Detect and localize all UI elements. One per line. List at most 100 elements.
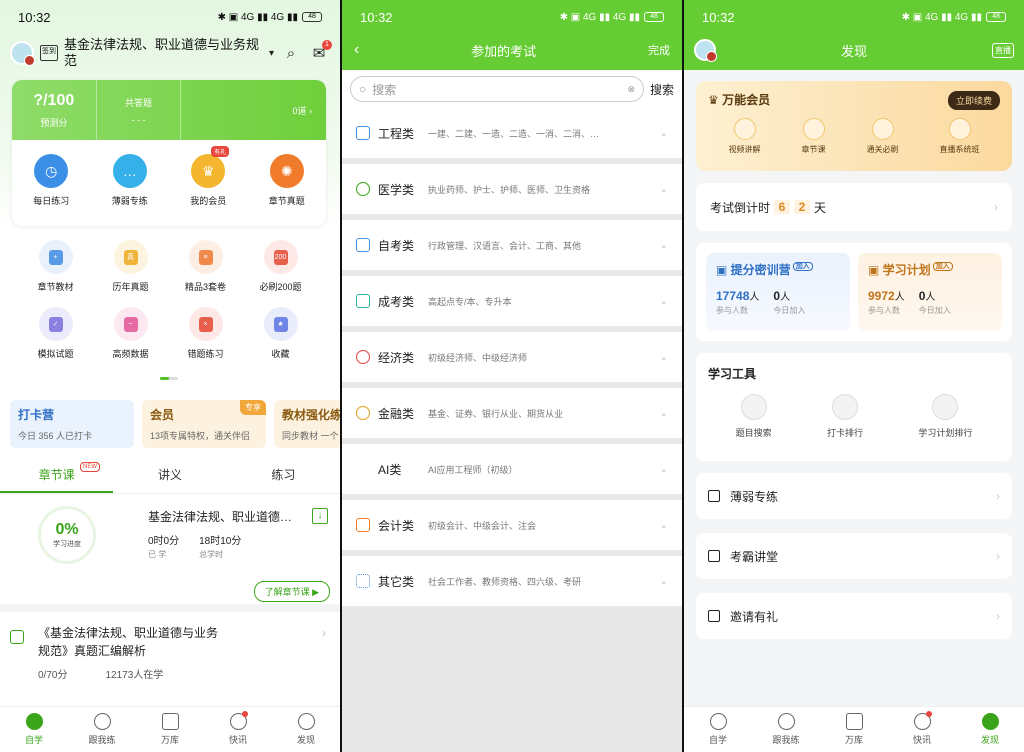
course-card[interactable]: 0%学习进度 基金法律法规、职业道德与业务规范 ↓ 0时0分已 学 18时10分… xyxy=(0,500,340,604)
tab-chapter-course[interactable]: 章节课 NEW xyxy=(0,460,114,493)
study-icon xyxy=(709,713,727,730)
bottom-nav: 自学 跟我练 万库 快讯 发现 xyxy=(684,706,1024,752)
nav-discover[interactable]: 发现 xyxy=(956,707,1024,752)
tool-plan-rank[interactable]: 学习计划排行 xyxy=(918,394,972,439)
download-icon[interactable]: ↓ xyxy=(312,508,328,524)
page-title: 参加的考试 xyxy=(471,43,537,59)
book-plus-icon xyxy=(10,630,24,644)
category-economics[interactable]: 经济类 初级经济师、中级经济师 ⌄ xyxy=(342,332,682,382)
trend-icon xyxy=(356,350,370,364)
weak-practice-button[interactable]: … 薄弱专练 xyxy=(95,154,165,207)
search-input[interactable]: ○ 搜索 ⊗ xyxy=(350,76,644,102)
search-icon[interactable]: ⌕ xyxy=(280,42,302,64)
category-self-exam[interactable]: 自考类 行政管理、汉语言、会计、工商、其他 ⌄ xyxy=(342,220,682,270)
book-icon: + xyxy=(38,240,73,274)
nav-follow-practice[interactable]: 跟我练 xyxy=(68,707,136,752)
nav-news[interactable]: 快讯 xyxy=(204,707,272,752)
join-tag[interactable]: 加入 xyxy=(792,262,813,271)
graduation-cap-icon xyxy=(356,294,370,308)
clear-icon[interactable]: ⊗ xyxy=(627,84,635,95)
chevron-down-icon[interactable]: ▾ xyxy=(269,48,274,59)
category-medical[interactable]: 医学类 执业药师、护士、护师、医师、卫生资格 ⌄ xyxy=(342,164,682,214)
category-finance[interactable]: 金融类 基金、证券、银行从业、期货从业 ⌄ xyxy=(342,388,682,438)
row-top-lectures[interactable]: 考霸讲堂 › xyxy=(696,533,1012,579)
nav-self-study[interactable]: 自学 xyxy=(0,707,68,752)
tab-practice[interactable]: 练习 xyxy=(227,460,340,493)
tool-checkin-rank[interactable]: 打卡排行 xyxy=(827,394,863,439)
list-icon xyxy=(161,713,179,730)
exclusive-badge: 专享 xyxy=(240,400,266,415)
book-learners: 12173人在学 xyxy=(105,670,164,681)
clipboard-icon: ≡ xyxy=(188,240,223,274)
nav-question-bank[interactable]: 万库 xyxy=(820,707,888,752)
category-accounting[interactable]: 会计类 初级会计、中级会计、注会 ⌄ xyxy=(342,500,682,550)
category-other[interactable]: 其它类 社会工作者、教师资格、四六级、考研 ⌄ xyxy=(342,556,682,606)
nav-question-bank[interactable]: 万库 xyxy=(136,707,204,752)
live-button[interactable]: 直播 xyxy=(991,42,1014,58)
promo-textbook[interactable]: 教材强化练 同步教材 一个 xyxy=(274,400,340,448)
chevron-down-icon: ⌄ xyxy=(659,575,668,587)
vip-video[interactable]: 视频讲解 xyxy=(729,118,761,155)
category-engineering[interactable]: 工程类 一建、二建、一造、二造、一消、二消、… ⌄ xyxy=(342,108,682,158)
camp-study-plan[interactable]: ▣ 学习计划 加入 9972人 参与人数 0人 今日加入 xyxy=(858,253,1002,331)
news-dot xyxy=(926,711,932,717)
category-ai[interactable]: AI类 AI应用工程师（初级） ⌄ xyxy=(342,444,682,494)
renew-button[interactable]: 立即续费 xyxy=(947,91,1000,110)
nav-discover[interactable]: 发现 xyxy=(272,707,340,752)
panel-self-study: 10:32 ✱ ▣ 4G ▮▮ 4G ▮▮ 48 签到 基金法律法规、职业道德与… xyxy=(0,0,340,752)
chevron-down-icon: ⌄ xyxy=(659,127,668,139)
grid-item-3-sets[interactable]: ≡ 精品3套卷 xyxy=(168,240,243,293)
avatar[interactable] xyxy=(10,41,35,66)
exam-selector[interactable]: 基金法律法规、职业道德与业务规范 xyxy=(64,37,263,69)
row-weak-practice[interactable]: 薄弱专练 › xyxy=(696,473,1012,519)
category-adult-exam[interactable]: 成考类 高起点专/本、专升本 ⌄ xyxy=(342,276,682,326)
book-item[interactable]: 《基金法律法规、职业道德与业务规范》真题汇编解析 › 0/70分 12173人在学 xyxy=(0,620,340,692)
answered-stat[interactable]: 共答题 - - - xyxy=(97,80,182,140)
answered-count[interactable]: 0道 › xyxy=(181,80,326,140)
promo-membership[interactable]: 专享 会员 13项专属特权，通关伴侣 xyxy=(142,400,266,448)
camp-section: ▣ 提分密训营 加入 17748人 参与人数 0人 今日加入 ▣ 学习计划 加入 9972… xyxy=(696,243,1012,341)
tab-handout[interactable]: 讲义 xyxy=(113,460,226,493)
pen-icon xyxy=(871,118,894,140)
target-icon xyxy=(708,490,720,502)
calendar-icon xyxy=(831,394,858,420)
chapter-questions-button[interactable]: ✺ 章节真题 xyxy=(252,154,322,207)
done-button[interactable]: 完成 xyxy=(648,42,670,58)
checkin-button[interactable]: 签到 xyxy=(40,45,58,61)
exam-countdown[interactable]: 考试倒计时 6 2 天 › xyxy=(696,183,1012,231)
back-icon[interactable]: ‹ xyxy=(354,41,359,59)
search-button[interactable]: 搜索 xyxy=(650,81,674,98)
my-membership-button[interactable]: ♛ 有礼 我的会员 xyxy=(173,146,243,207)
row-invite[interactable]: 邀请有礼 › xyxy=(696,593,1012,639)
grid-item-mock[interactable]: ✓ 模拟试题 xyxy=(18,307,93,360)
predicted-score[interactable]: ?/100 预测分 xyxy=(12,80,97,140)
star-icon: ★ xyxy=(263,307,298,341)
grid-item-high-freq[interactable]: ~ 高频数据 xyxy=(93,307,168,360)
grid-item-textbook[interactable]: + 章节教材 xyxy=(18,240,93,293)
search-icon: ○ xyxy=(359,82,367,96)
grid-item-favorites[interactable]: ★ 收藏 xyxy=(243,307,318,360)
fm-icon xyxy=(708,550,720,562)
chevron-down-icon: ⌄ xyxy=(659,183,668,195)
grid-item-mistakes[interactable]: × 错题练习 xyxy=(168,307,243,360)
vip-must-do[interactable]: 通关必刷 xyxy=(867,118,899,155)
join-tag[interactable]: 加入 xyxy=(932,262,953,271)
daily-practice-button[interactable]: ◷ 每日练习 xyxy=(16,154,86,207)
paper-icon: 真 xyxy=(113,240,148,274)
progress-ring: 0% 学习进度 xyxy=(38,506,96,564)
message-icon[interactable]: ✉ 1 xyxy=(308,40,332,64)
panel-discover: 10:32 ✱ ▣ 4G ▮▮ 4G ▮▮ 48 发现 直播 ♛ 万能会员 立即续费… xyxy=(684,0,1024,752)
nav-news[interactable]: 快讯 xyxy=(888,707,956,752)
grid-item-200[interactable]: 200 必刷200题 xyxy=(243,240,318,293)
nav-self-study[interactable]: 自学 xyxy=(684,707,752,752)
chevron-down-icon: ⌄ xyxy=(659,519,668,531)
grid-item-past-papers[interactable]: 真历年真题 xyxy=(93,240,168,293)
promo-checkin-camp[interactable]: 打卡营 今日 356 人已打卡 xyxy=(10,400,134,448)
nav-follow-practice[interactable]: 跟我练 xyxy=(752,707,820,752)
vip-chapter[interactable]: 章节课 xyxy=(802,118,826,155)
camp-score-boost[interactable]: ▣ 提分密训营 加入 17748人 参与人数 0人 今日加入 xyxy=(706,253,850,331)
learn-chapter-button[interactable]: 了解章节课 ▶ xyxy=(253,581,330,602)
tool-question-search[interactable]: 题目搜索 xyxy=(736,394,772,439)
vip-live-class[interactable]: 直播系统班 xyxy=(940,118,980,155)
avatar[interactable] xyxy=(694,39,717,62)
